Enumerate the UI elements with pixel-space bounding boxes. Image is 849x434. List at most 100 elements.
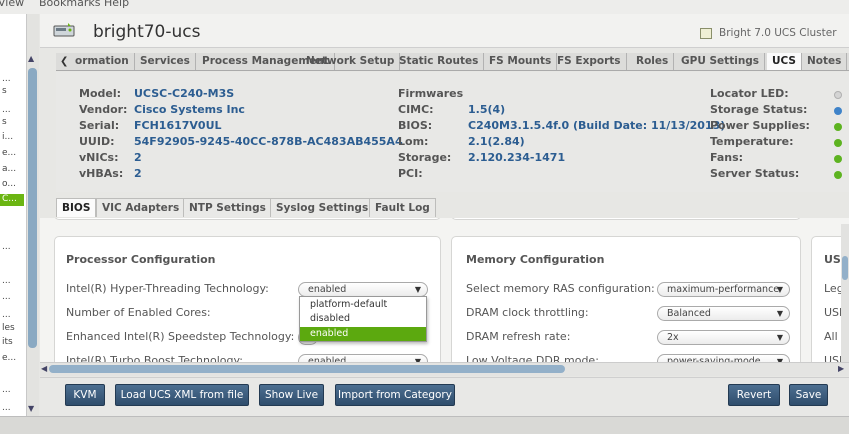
- tree-row[interactable]: s: [2, 117, 7, 127]
- tree-row-selected[interactable]: C...: [2, 194, 17, 204]
- import-from-category-button[interactable]: Import from Category: [335, 384, 455, 406]
- lom-label: Lom:: [398, 135, 429, 148]
- option-enabled[interactable]: enabled: [300, 327, 426, 341]
- locator-led-indicator-icon[interactable]: [834, 91, 842, 99]
- tab-ucs[interactable]: UCS: [767, 53, 802, 70]
- horizontal-scrollbar-thumb[interactable]: [49, 365, 565, 373]
- tab-static-routes[interactable]: Static Routes: [394, 53, 485, 70]
- usb-row-label: USI: [824, 306, 843, 319]
- ucs-info-panel: Model: UCSC-C240-M3S Vendor: Cisco Syste…: [56, 72, 849, 192]
- tab-fs-mounts[interactable]: FS Mounts: [484, 53, 558, 70]
- tree-row[interactable]: ...: [2, 292, 11, 302]
- card-edge: [451, 218, 801, 220]
- chevron-down-icon: ▼: [414, 285, 421, 294]
- vertical-scrollbar-thumb[interactable]: [842, 256, 848, 280]
- vnics-value: 2: [134, 151, 142, 164]
- bios-label: BIOS:: [398, 119, 433, 132]
- tree-row[interactable]: a...: [2, 164, 16, 174]
- scroll-up-arrow-icon[interactable]: ▲: [28, 54, 34, 63]
- scroll-down-arrow-icon[interactable]: ▼: [28, 404, 34, 413]
- model-label: Model:: [79, 87, 122, 100]
- tab-services[interactable]: Services: [135, 53, 196, 70]
- subtab-bios[interactable]: BIOS: [56, 198, 97, 217]
- serial-value: FCH1617V0UL: [134, 119, 222, 132]
- card-edge: [54, 218, 441, 220]
- subtab-syslog-settings[interactable]: Syslog Settings: [270, 198, 375, 217]
- menu-view[interactable]: View: [0, 0, 24, 9]
- subtab-fault-log[interactable]: Fault Log: [369, 198, 436, 217]
- kvm-button[interactable]: KVM: [65, 384, 105, 406]
- cluster-name[interactable]: Bright 7.0 UCS Cluster: [719, 27, 837, 39]
- dram-refresh-select[interactable]: 2x ▼: [657, 330, 790, 345]
- hyper-threading-select[interactable]: enabled ▼: [298, 282, 428, 297]
- tab-notes[interactable]: Notes: [802, 53, 848, 70]
- tree-row[interactable]: ...: [2, 74, 11, 84]
- hyper-threading-label: Intel(R) Hyper-Threading Technology:: [66, 282, 269, 295]
- ucs-sub-tabs: BIOS VIC Adapters NTP Settings Syslog Se…: [56, 198, 849, 218]
- subtab-vic-adapters[interactable]: VIC Adapters: [96, 198, 186, 217]
- tree-row[interactable]: ...: [2, 385, 11, 395]
- usb-row-label: All: [824, 330, 838, 343]
- subtab-ntp-settings[interactable]: NTP Settings: [183, 198, 272, 217]
- load-ucs-xml-button[interactable]: Load UCS XML from file: [115, 384, 249, 406]
- memory-ras-select[interactable]: maximum-performance ▼: [657, 282, 790, 297]
- hyper-threading-value: enabled: [308, 284, 347, 295]
- speedstep-label: Enhanced Intel(R) Speedstep Technology:: [66, 330, 295, 343]
- tab-strip: ormation Services Process Management Net…: [56, 53, 849, 71]
- status-bar: [0, 416, 849, 434]
- tree-row[interactable]: s: [2, 86, 7, 96]
- option-disabled[interactable]: disabled: [300, 312, 426, 326]
- tree-row[interactable]: ...: [2, 403, 11, 413]
- cimc-value: 1.5(4): [468, 103, 506, 116]
- memory-config-card: Memory Configuration Select memory RAS c…: [451, 236, 801, 376]
- tree-row[interactable]: ...: [2, 242, 11, 252]
- tree-row[interactable]: i...: [2, 132, 13, 142]
- power-supplies-label: Power Supplies:: [710, 119, 810, 132]
- revert-button[interactable]: Revert: [728, 384, 780, 406]
- lom-value: 2.1(2.84): [468, 135, 525, 148]
- tree-row[interactable]: e...: [2, 148, 16, 158]
- memory-ras-label: Select memory RAS configuration:: [466, 282, 655, 295]
- tree-scrollbar-thumb[interactable]: [28, 68, 37, 348]
- memory-ras-value: maximum-performance: [667, 284, 780, 295]
- tab-fs-exports[interactable]: FS Exports: [552, 53, 627, 70]
- tree-row[interactable]: its: [2, 337, 13, 347]
- tree-row[interactable]: ...: [2, 276, 11, 286]
- temperature-indicator-icon: [834, 139, 842, 147]
- vnics-label: vNICs:: [79, 151, 119, 164]
- tree-row[interactable]: les: [2, 323, 15, 333]
- tab-network-setup[interactable]: Network Setup: [301, 53, 401, 70]
- tree-row[interactable]: o...: [2, 179, 16, 189]
- tab-information[interactable]: ormation: [70, 53, 135, 70]
- vertical-scrollbar[interactable]: [841, 224, 849, 364]
- bios-settings-area: Processor Configuration Intel(R) Hyper-T…: [40, 218, 849, 376]
- scroll-right-arrow-icon[interactable]: ▶: [838, 364, 844, 373]
- tree-row[interactable]: ...: [2, 310, 11, 320]
- storage-value: 2.120.234-1471: [468, 151, 566, 164]
- menu-help[interactable]: Help: [104, 0, 129, 9]
- tree-row[interactable]: ...: [2, 105, 11, 115]
- vhbas-label: vHBAs:: [79, 167, 124, 180]
- tab-gpu-settings[interactable]: GPU Settings: [676, 53, 766, 70]
- hyper-threading-dropdown: platform-default disabled enabled: [299, 296, 427, 342]
- dram-throttling-select[interactable]: Balanced ▼: [657, 306, 790, 321]
- fans-indicator-icon: [834, 155, 842, 163]
- tab-roles[interactable]: Roles: [631, 53, 675, 70]
- chevron-down-icon: ▼: [776, 285, 783, 294]
- save-button[interactable]: Save: [789, 384, 828, 406]
- vhbas-value: 2: [134, 167, 142, 180]
- model-value: UCSC-C240-M3S: [134, 87, 235, 100]
- tab-scroll-left-icon[interactable]: ❮: [60, 56, 68, 67]
- show-live-button[interactable]: Show Live: [259, 384, 324, 406]
- fans-label: Fans:: [710, 151, 744, 164]
- processor-config-title: Processor Configuration: [66, 253, 216, 266]
- scroll-left-arrow-icon[interactable]: ◀: [41, 364, 47, 373]
- menu-bookmarks[interactable]: Bookmarks: [39, 0, 100, 9]
- option-platform-default[interactable]: platform-default: [300, 298, 426, 312]
- vendor-value: Cisco Systems Inc: [134, 103, 245, 116]
- chevron-down-icon: ▼: [776, 333, 783, 342]
- uuid-value: 54F92905-9245-40CC-878B-AC483AB455A4: [134, 135, 403, 148]
- server-status-label: Server Status:: [710, 167, 800, 180]
- tree-row[interactable]: e...: [2, 353, 16, 363]
- node-header: bright70-ucs Bright 7.0 UCS Cluster: [40, 14, 849, 48]
